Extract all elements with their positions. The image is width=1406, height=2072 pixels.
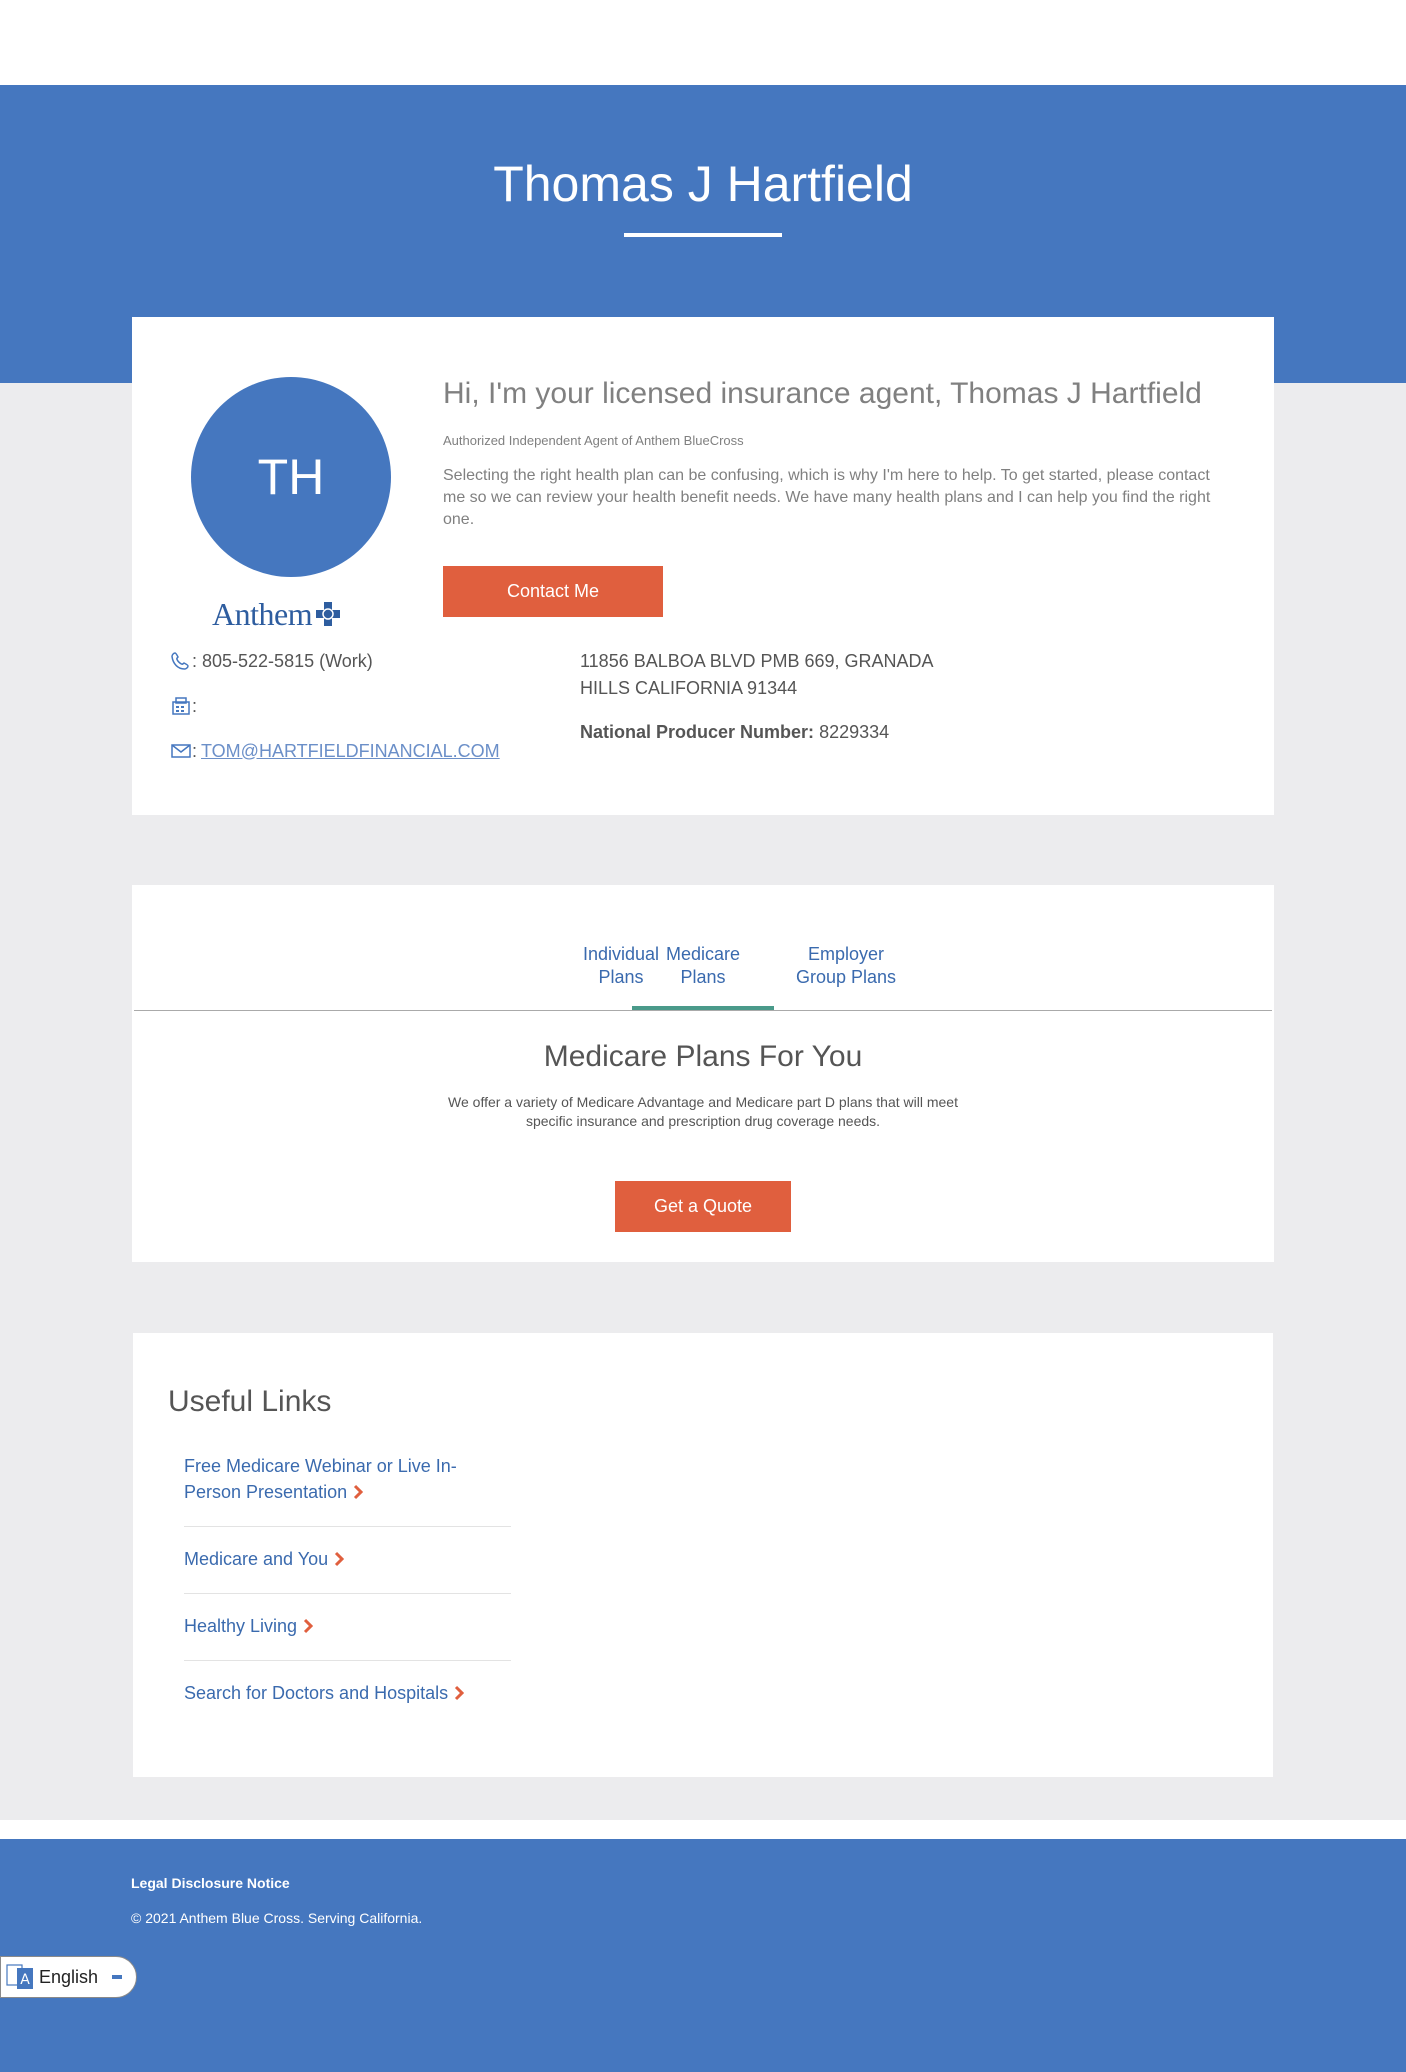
authorization-text: Authorized Independent Agent of Anthem B… bbox=[443, 433, 744, 448]
tab-label-line: Employer bbox=[807, 944, 885, 964]
tab-label-line: Plans bbox=[680, 967, 726, 987]
email-link[interactable]: TOM@HARTFIELDFINANCIAL.COM bbox=[201, 741, 500, 762]
phone-row: : 805-522-5815 (Work) bbox=[170, 650, 373, 672]
envelope-icon bbox=[170, 740, 192, 762]
email-prefix: : bbox=[192, 740, 198, 761]
plans-heading: Medicare Plans For You bbox=[543, 1040, 863, 1073]
producer-number: National Producer Number: 8229334 bbox=[580, 722, 889, 743]
chevron-right-icon bbox=[354, 1484, 364, 1500]
producer-number-label: National Producer Number: bbox=[580, 722, 815, 742]
agent-profile-card: TH Anthem Hi, I'm your licensed insuranc… bbox=[132, 317, 1274, 815]
useful-links-card: Useful Links Free Medicare Webinar or Li… bbox=[133, 1333, 1273, 1777]
link-search-doctors[interactable]: Search for Doctors and Hospitals bbox=[184, 1680, 514, 1706]
collapse-icon[interactable] bbox=[112, 1975, 123, 1979]
svg-text:A: A bbox=[20, 1972, 30, 1988]
link-medicare-and-you[interactable]: Medicare and You bbox=[184, 1546, 514, 1572]
translate-icon: A bbox=[6, 1964, 33, 1989]
language-label: English bbox=[39, 1966, 99, 1987]
anthem-logo: Anthem bbox=[212, 595, 341, 632]
useful-links-heading: Useful Links bbox=[168, 1385, 332, 1418]
link-medicare-webinar[interactable]: Free Medicare Webinar or Live In- Person… bbox=[184, 1453, 514, 1505]
copyright-text: © 2021 Anthem Blue Cross. Serving Califo… bbox=[131, 1910, 423, 1926]
plans-description: We offer a variety of Medicare Advantage… bbox=[448, 1094, 958, 1129]
avatar: TH bbox=[191, 377, 391, 577]
page-title: Thomas J Hartfield bbox=[493, 156, 913, 212]
phone-number: : 805-522-5815 (Work) bbox=[192, 650, 373, 671]
fax-row: : bbox=[170, 695, 197, 717]
tab-label-line: Group Plans bbox=[795, 967, 897, 987]
get-a-quote-button[interactable]: Get a Quote bbox=[615, 1181, 791, 1232]
office-address: 11856 BALBOA BLVD PMB 669, GRANADA HILLS… bbox=[580, 648, 980, 702]
email-row: : TOM@HARTFIELDFINANCIAL.COM bbox=[170, 740, 500, 762]
link-divider bbox=[184, 1593, 511, 1594]
tab-medicare-plans[interactable]: Medicare Plans bbox=[633, 943, 773, 989]
link-text-line: Free Medicare Webinar or Live In- bbox=[184, 1456, 457, 1476]
title-underline bbox=[624, 233, 782, 237]
tab-employer-group-plans[interactable]: Employer Group Plans bbox=[776, 943, 916, 989]
address-line-1: 11856 BALBOA BLVD PMB 669, GRANADA bbox=[580, 651, 934, 671]
logo-wordmark: Anthem bbox=[212, 595, 313, 632]
tab-label-line: Medicare bbox=[665, 944, 741, 964]
link-divider bbox=[184, 1526, 511, 1527]
plans-card: Individual Plans Medicare Plans Employer… bbox=[132, 885, 1274, 1262]
fax-icon bbox=[170, 695, 192, 717]
phone-icon bbox=[170, 650, 192, 672]
link-divider bbox=[184, 1660, 511, 1661]
link-text: Medicare and You bbox=[184, 1549, 329, 1569]
chevron-right-icon bbox=[335, 1551, 345, 1567]
greeting-heading: Hi, I'm your licensed insurance agent, T… bbox=[443, 377, 1202, 410]
producer-number-value: 8229334 bbox=[819, 722, 890, 742]
legal-disclosure-link[interactable]: Legal Disclosure Notice bbox=[131, 1875, 290, 1891]
contact-me-button[interactable]: Contact Me bbox=[443, 566, 663, 617]
link-text: Search for Doctors and Hospitals bbox=[184, 1683, 449, 1703]
link-text-line: Person Presentation bbox=[184, 1482, 348, 1502]
tabs-divider bbox=[134, 1010, 1272, 1011]
address-line-2: HILLS CALIFORNIA 91344 bbox=[580, 678, 798, 698]
blue-cross-icon bbox=[316, 602, 341, 626]
chevron-right-icon bbox=[455, 1685, 465, 1701]
intro-text: Selecting the right health plan can be c… bbox=[443, 467, 1211, 528]
plan-tabs: Individual Plans Medicare Plans Employer… bbox=[132, 885, 1274, 1011]
link-healthy-living[interactable]: Healthy Living bbox=[184, 1613, 514, 1639]
fax-number: : bbox=[192, 695, 198, 716]
chevron-right-icon bbox=[304, 1618, 314, 1634]
site-footer: Legal Disclosure Notice © 2021 Anthem Bl… bbox=[0, 1839, 1406, 2072]
link-text: Healthy Living bbox=[184, 1616, 298, 1636]
language-selector[interactable]: A English bbox=[0, 1956, 137, 1998]
